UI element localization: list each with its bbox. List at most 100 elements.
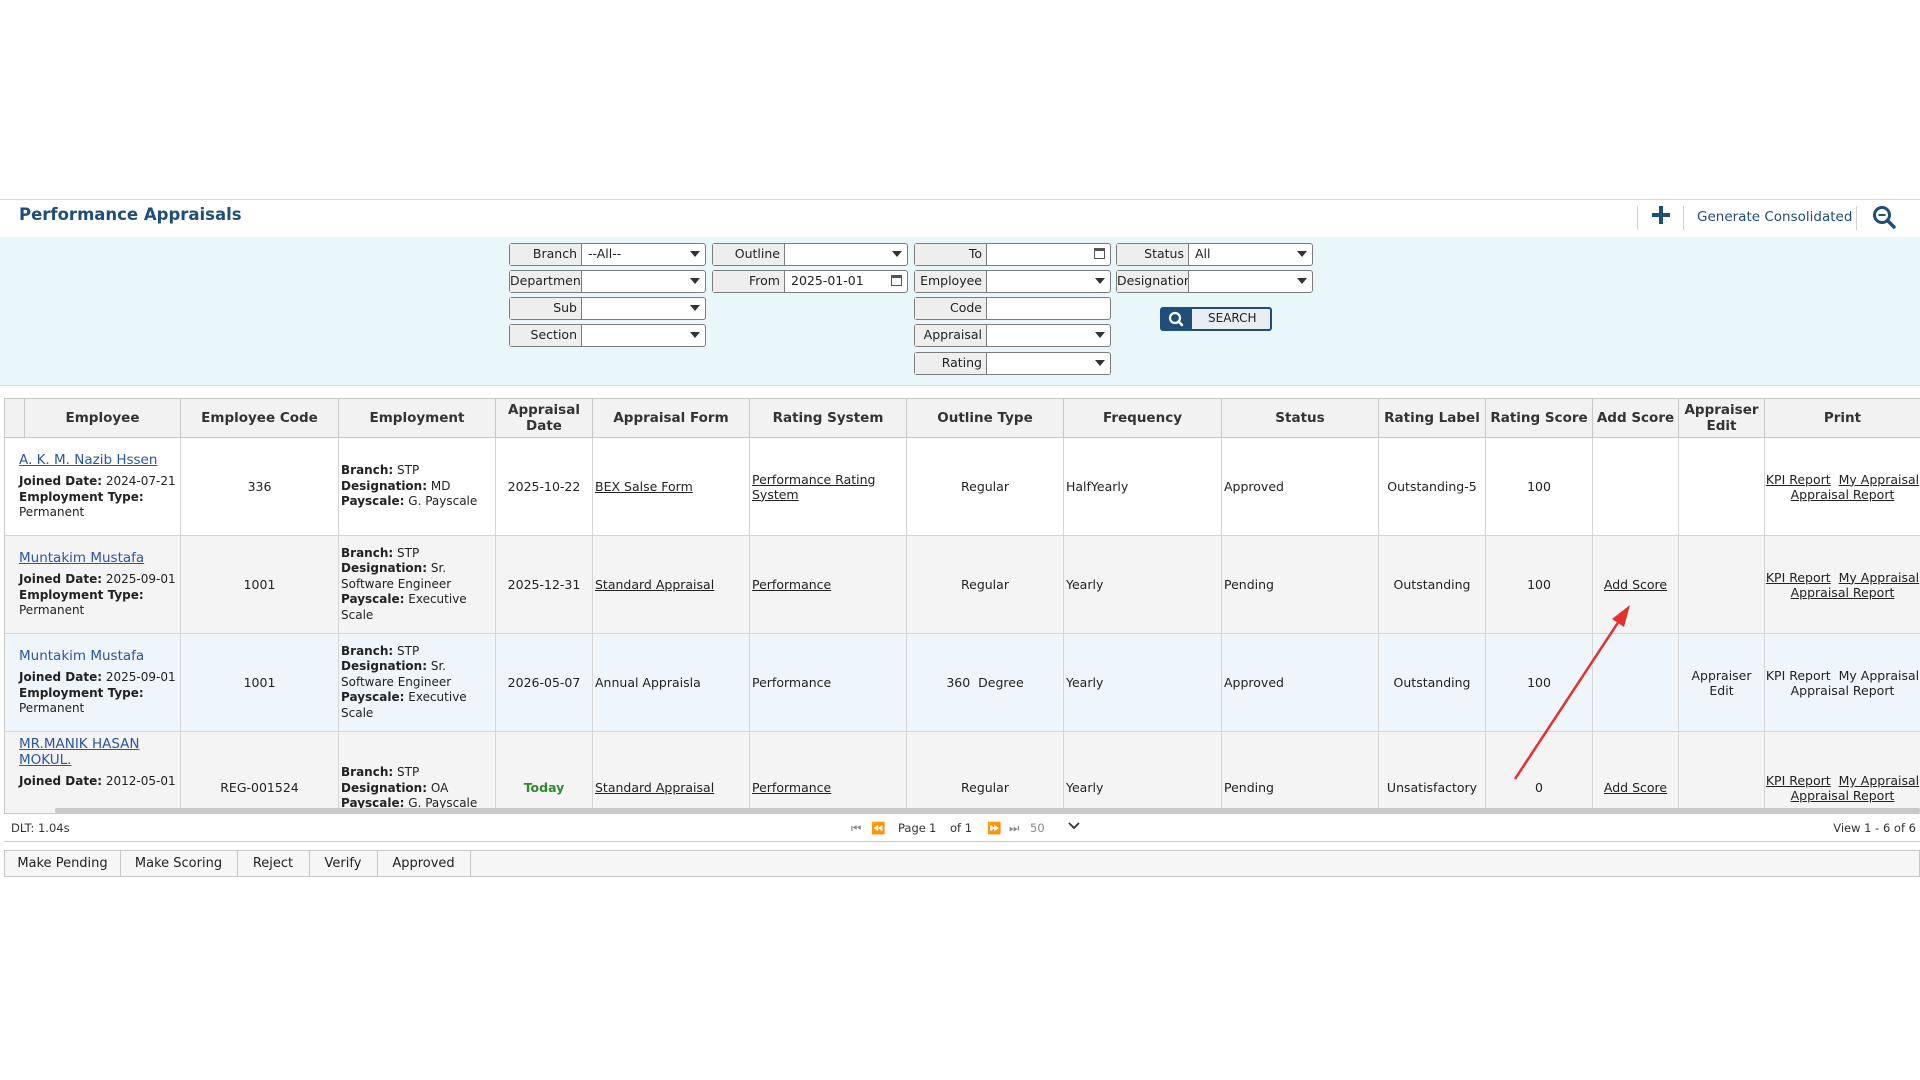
add-score-link[interactable]: Add Score [1604,577,1667,592]
my-appraisal-link[interactable]: My Appraisal [1839,668,1920,683]
prev-page-icon[interactable]: ⏪ [871,821,885,835]
employee-code-cell: REG-001524 [181,732,339,813]
chevron-down-icon [1095,332,1105,338]
frequency-cell: HalfYearly [1064,438,1222,535]
appraisal-date-cell: 2025-10-22 [496,438,593,535]
employee-cell: Muntakim Mustafa Joined Date: 2025-09-01… [5,536,181,633]
header-appraisal-form[interactable]: Appraisal Form [593,399,750,437]
header-add-score[interactable]: Add Score [1593,399,1679,437]
my-appraisal-link[interactable]: My Appraisal [1839,472,1920,487]
appraiser-edit-link[interactable]: Appraiser Edit [1685,668,1758,698]
department-select[interactable]: Departmen [509,270,706,293]
joined-date: 2012-05-01 [105,774,176,788]
outline-type-cell: Regular [907,536,1064,633]
section-select[interactable]: Section [509,324,706,347]
appraiser-edit-cell [1679,438,1765,535]
table-header: Employee Employee Code Employment Apprai… [5,399,1920,438]
appraisal-form-link[interactable]: BEX Salse Form [595,479,693,494]
employee-code-cell: 336 [181,438,339,535]
search-toggle-icon[interactable] [1871,204,1897,230]
status-cell: Pending [1222,536,1379,633]
kpi-report-link[interactable]: KPI Report [1766,570,1831,585]
sub-select[interactable]: Sub [509,297,706,320]
toolbar-divider [1683,206,1684,230]
frequency-cell: Yearly [1064,732,1222,813]
header-employment[interactable]: Employment [339,399,496,437]
header-rating-system[interactable]: Rating System [750,399,907,437]
branch-value: --All-- [588,246,622,261]
my-appraisal-link[interactable]: My Appraisal [1839,570,1920,585]
employee-select[interactable]: Employee [914,270,1111,293]
employee-label: Employee [915,271,987,292]
last-page-icon[interactable]: ⏭ [1009,821,1019,836]
employee-name-link[interactable]: A. K. M. Nazib Hssen [19,452,176,469]
page-number[interactable]: 1 [929,821,936,835]
kpi-report-link[interactable]: KPI Report [1766,472,1831,487]
appraisal-report-link[interactable]: Appraisal Report [1791,487,1895,502]
header-rating-label[interactable]: Rating Label [1379,399,1486,437]
appraisal-report-link[interactable]: Appraisal Report [1791,788,1895,803]
status-label: Status [1117,244,1189,265]
payscale-field-label: Payscale: [341,592,405,607]
appraisal-date-cell: Today [496,732,593,813]
appraisal-form-cell: BEX Salse Form [593,438,750,535]
horizontal-scrollbar[interactable] [55,808,1920,813]
make-scoring-button[interactable]: Make Scoring [120,851,238,876]
calendar-icon[interactable] [1094,248,1105,259]
appraisal-select[interactable]: Appraisal [914,324,1111,347]
add-icon[interactable] [1648,202,1674,228]
header-status[interactable]: Status [1222,399,1379,437]
to-date-input[interactable]: To [914,243,1111,266]
appraisal-report-link[interactable]: Appraisal Report [1791,683,1895,698]
header-rating-score[interactable]: Rating Score [1486,399,1593,437]
verify-button[interactable]: Verify [309,851,378,876]
approved-button[interactable]: Approved [377,851,471,876]
header-print[interactable]: Print [1765,399,1920,437]
print-cell: KPI Report My Appraisal Appraisal Report [1765,536,1920,633]
my-appraisal-link[interactable]: My Appraisal [1839,773,1920,788]
appraiser-edit-cell: Appraiser Edit [1679,634,1765,731]
header-employee[interactable]: Employee [25,399,181,437]
header-frequency[interactable]: Frequency [1064,399,1222,437]
kpi-report-link[interactable]: KPI Report [1766,668,1831,683]
chevron-down-icon [1095,278,1105,284]
employee-name[interactable]: Muntakim Mustafa [19,648,176,665]
reject-button[interactable]: Reject [237,851,310,876]
calendar-icon[interactable] [891,275,902,286]
rating-system-link[interactable]: Performance [752,780,831,795]
designation-select[interactable]: Designation [1116,270,1313,293]
header-employee-code[interactable]: Employee Code [181,399,339,437]
to-label: To [915,244,987,265]
chevron-down-icon[interactable] [1067,818,1081,835]
appraisal-report-link[interactable]: Appraisal Report [1791,585,1895,600]
rating-select[interactable]: Rating [914,352,1111,375]
appraisal-form-link[interactable]: Standard Appraisal [595,780,714,795]
appraisal-form-link[interactable]: Standard Appraisal [595,577,714,592]
appraisal-form-cell: Standard Appraisal [593,536,750,633]
employee-name-link[interactable]: MR.MANIK HASAN MOKUL. [19,736,154,768]
from-date-input[interactable]: From 2025-01-01 [712,270,908,293]
search-button[interactable]: SEARCH [1160,307,1272,331]
header-outline-type[interactable]: Outline Type [907,399,1064,437]
designation-field-label: Designation: [341,780,428,795]
page-size-select[interactable]: 50 [1030,821,1045,835]
rating-system-link[interactable]: Performance Rating System [752,472,882,502]
code-input[interactable]: Code [914,297,1111,320]
branch-select[interactable]: Branch --All-- [509,243,706,266]
rating-label-cell: Outstanding [1379,536,1486,633]
header-appraisal-date[interactable]: Appraisal Date [496,399,593,437]
header-appraiser-edit[interactable]: Appraiser Edit [1679,399,1765,437]
generate-consolidated-button[interactable]: Generate Consolidated [1697,209,1852,225]
appraisal-label: Appraisal [915,325,987,346]
make-pending-button[interactable]: Make Pending [5,851,121,876]
outline-select[interactable]: Outline [712,243,908,266]
appraisal-date-cell: 2025-12-31 [496,536,593,633]
kpi-report-link[interactable]: KPI Report [1766,773,1831,788]
employee-name-link[interactable]: Muntakim Mustafa [19,550,176,567]
status-select[interactable]: Status All [1116,243,1313,266]
first-page-icon[interactable]: ⏮ [851,821,861,836]
next-page-icon[interactable]: ⏩ [987,821,1001,835]
from-value: 2025-01-01 [791,273,864,288]
annotation-arrow-icon [1513,605,1630,780]
rating-system-link[interactable]: Performance [752,577,831,592]
